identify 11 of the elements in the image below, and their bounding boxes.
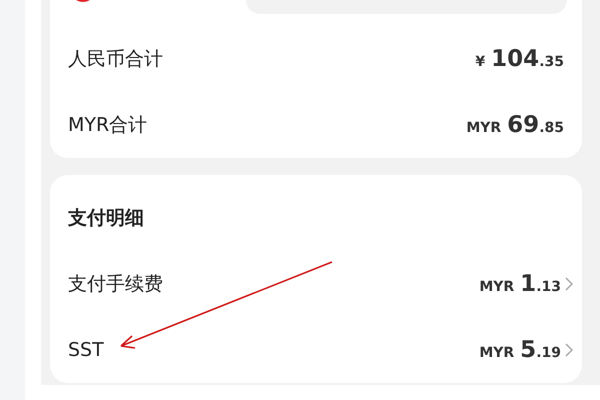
detail-row[interactable]: SST MYR 5.19 xyxy=(68,317,574,383)
total-label: 人民币合计 xyxy=(68,47,163,72)
chevron-right-icon xyxy=(564,342,574,358)
detail-row[interactable]: 支付手续费 MYR 1.13 xyxy=(68,251,574,317)
chevron-right-icon xyxy=(564,276,574,292)
amount: MYR 1.13 xyxy=(479,271,561,297)
amount: ¥ 104.35 xyxy=(475,46,564,72)
section-title: 支付明细 xyxy=(68,206,144,231)
amount: MYR 69.85 xyxy=(466,112,564,138)
total-label: MYR合计 xyxy=(68,113,148,138)
amount: MYR 5.19 xyxy=(479,337,561,363)
